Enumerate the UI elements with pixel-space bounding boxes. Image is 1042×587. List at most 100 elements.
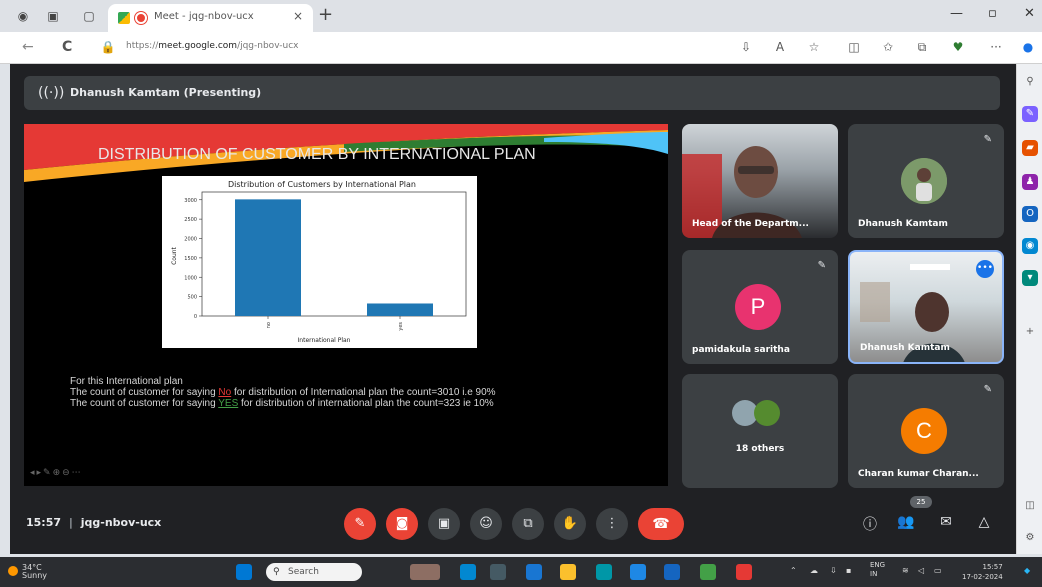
end-call-button[interactable]: ☎ [638,508,684,540]
emoji-reaction-button[interactable]: ☺ [470,508,502,540]
language-code: ENG [870,561,886,569]
edge-browser-icon[interactable] [596,564,612,580]
tray-app-icon[interactable]: ▪ [846,566,851,575]
weather-widget[interactable]: 34°C Sunny [8,564,48,580]
teams-icon[interactable] [526,564,542,580]
search-icon: ⚲ [273,567,280,577]
outlook-icon[interactable]: ◉ [1022,238,1038,254]
favorites-icon[interactable]: ✩ [880,40,896,54]
mcafee-icon[interactable] [736,564,752,580]
meet-window: ((·)) Dhanush Kamtam (Presenting) DISTRI… [10,64,1016,554]
reload-button[interactable]: C [62,39,72,55]
browser-tab-meet[interactable]: Meet - jqg-nbov-ucx × [108,4,313,32]
maximize-button[interactable]: ▫ [988,6,997,21]
weather-condition: Sunny [22,571,48,580]
start-menu-icon[interactable] [236,564,252,580]
participant-tile-others[interactable]: 18 others [682,374,838,488]
workspaces-icon[interactable]: ▣ [44,7,62,25]
widgets-icon[interactable] [410,564,440,580]
task-view-icon[interactable] [490,564,506,580]
participant-tile-dhanush[interactable]: ✎ Dhanush Kamtam [848,124,1004,238]
search-placeholder: Search [288,567,319,577]
tray-usb-icon[interactable]: ⇩ [830,566,837,575]
meeting-code: jqg-nbov-ucx [80,516,162,529]
close-window-button[interactable]: ✕ [1024,6,1035,21]
language-region: IN [870,570,878,578]
participant-tile-active-speaker[interactable]: ••• Dhanush Kamtam [848,250,1004,364]
split-screen-icon[interactable]: ◫ [846,40,862,54]
add-sidebar-item-icon[interactable]: + [1022,324,1038,340]
tray-overflow-icon[interactable]: ⌃ [790,566,797,575]
battery-icon[interactable]: ▭ [934,566,942,575]
raise-hand-button[interactable]: ✋ [554,508,586,540]
mic-toggle-button[interactable]: ✎ [344,508,376,540]
x-tick-label: no [266,322,272,328]
bar-chart: Distribution of Customers by Internation… [162,176,477,348]
taskbar-search-box[interactable]: ⚲ Search [266,563,362,581]
captions-button[interactable]: ▣ [428,508,460,540]
meeting-details-icon[interactable]: ⓘ [860,514,880,534]
camera-permission-icon[interactable]: ⇩ [738,40,754,54]
language-indicator[interactable]: ENG IN [870,561,885,579]
slide-text-line-1: For this International plan [70,376,183,387]
more-options-icon[interactable]: ••• [976,260,994,278]
notification-icon[interactable]: ◆ [1024,566,1030,575]
others-count-label: 18 others [735,444,785,454]
outlook-taskbar-icon[interactable] [664,564,680,580]
chat-icon[interactable]: ✉ [936,514,956,530]
slideshow-controls[interactable]: ◂▸✎⊕⊖⋯ [30,468,83,478]
taskbar-clock[interactable]: 15:57 17-02-2024 [962,562,1003,582]
hide-sidebar-icon[interactable]: ◫ [1022,498,1038,514]
slide-text-line-3-a: The count of customer for saying [70,398,219,409]
more-options-button[interactable]: ⋮ [596,508,628,540]
activities-icon[interactable]: △ [974,514,994,530]
people-icon[interactable]: 👥 [896,514,916,530]
search-icon[interactable]: ⚲ [1022,74,1038,90]
sidebar-settings-icon[interactable]: ⚙ [1022,530,1038,546]
tools-icon[interactable]: ✎ [1022,106,1038,122]
tab-actions-icon[interactable]: ▢ [80,7,98,25]
shopping-icon[interactable]: ▰ [1022,140,1038,156]
games-icon[interactable]: ♟ [1022,174,1038,190]
profile-icon[interactable]: ◉ [14,7,32,25]
read-aloud-icon[interactable]: A [772,40,788,54]
back-button[interactable]: ← [22,39,34,55]
more-menu-button[interactable]: ··· [988,40,1004,54]
present-screen-button[interactable]: ⧉ [512,508,544,540]
address-bar[interactable]: https://meet.google.com/jqg-nbov-ucx [126,41,299,51]
taskbar-app-icon[interactable] [460,564,476,580]
file-explorer-icon[interactable] [560,564,576,580]
tray-cloud-icon[interactable]: ☁ [810,566,818,575]
participant-name: Dhanush Kamtam [860,343,950,353]
camera-toggle-button[interactable]: ◙ [386,508,418,540]
collections-icon[interactable]: ⧉ [914,40,930,55]
participant-tile-charan[interactable]: ✎ C Charan kumar Charan... [848,374,1004,488]
y-tick-label: 2500 [184,217,197,223]
y-tick-label: 0 [194,314,197,320]
copilot-icon[interactable]: ● [1020,40,1036,54]
minimize-button[interactable]: — [950,6,963,21]
favorite-star-icon[interactable]: ☆ [806,40,822,54]
participant-tile-head[interactable]: Head of the Departm... [682,124,838,238]
browser-essentials-icon[interactable]: ♥ [950,40,966,54]
slide-text-no: No [218,387,232,398]
new-tab-button[interactable]: + [318,5,333,25]
y-tick-label: 500 [187,295,197,301]
bar-chart-svg: Distribution of Customers by Internation… [171,180,467,344]
lock-icon[interactable]: 🔒 [100,40,116,54]
slide-text-line-2-a: The count of customer for saying [70,387,219,398]
participant-name: pamidakula saritha [692,345,790,355]
y-tick-label: 3000 [184,198,197,204]
chrome-icon[interactable] [700,564,716,580]
chart-title: Distribution of Customers by Internation… [228,180,416,189]
store-icon[interactable] [630,564,646,580]
office-icon[interactable]: O [1022,206,1038,222]
slide-text-line-3: The count of customer for saying YES for… [70,398,496,409]
tab-close-icon[interactable]: × [293,9,303,23]
avatar-initial: P [735,284,781,330]
chart-plot-area: 0 500 1000 1500 2000 2500 3000 no yes [184,191,467,331]
drop-icon[interactable]: ▾ [1022,270,1038,286]
wifi-icon[interactable]: ≋ [902,566,909,575]
volume-icon[interactable]: ◁ [918,566,924,575]
participant-tile-pamidakula[interactable]: ✎ P pamidakula saritha [682,250,838,364]
